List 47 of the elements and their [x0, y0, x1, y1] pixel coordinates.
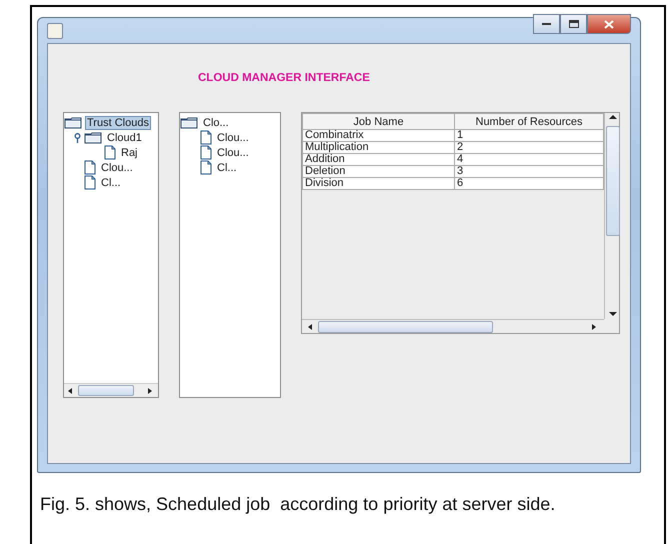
scroll-thumb[interactable] [606, 126, 620, 236]
table-cell: 4 [454, 154, 604, 166]
maximize-button[interactable] [560, 14, 587, 34]
file-icon [200, 160, 212, 175]
figure-caption: Fig. 5. shows, Scheduled job according to priority at server side. [40, 494, 556, 515]
tree-item[interactable]: Clou... [215, 130, 251, 144]
scroll-thumb[interactable] [318, 320, 493, 332]
window-title: CLOUD MANAGER INTERFACE [198, 72, 371, 84]
tree-item[interactable]: Cloud1 [105, 130, 144, 144]
folder-icon [84, 132, 102, 144]
tree-item[interactable]: Cl... [215, 160, 239, 174]
scroll-down-icon[interactable] [608, 309, 618, 319]
scroll-thumb[interactable] [78, 385, 134, 396]
horizontal-scrollbar[interactable] [302, 319, 604, 333]
table-cell: 2 [454, 142, 604, 154]
table-cell: Addition [302, 154, 454, 166]
maximize-icon [568, 20, 578, 28]
horizontal-scrollbar[interactable] [64, 383, 158, 397]
minimize-button[interactable] [533, 14, 560, 34]
tree-item[interactable]: Cl... [99, 176, 123, 190]
tree-item[interactable]: Clou... [215, 146, 251, 160]
file-icon [84, 160, 96, 175]
table-cell: 6 [454, 178, 604, 190]
column-header[interactable]: Job Name [302, 114, 454, 130]
table-cell: Division [302, 178, 454, 190]
vertical-scrollbar[interactable] [604, 113, 620, 319]
table-cell: 3 [454, 166, 604, 178]
file-icon [200, 130, 212, 145]
file-icon [84, 175, 96, 190]
tree-item[interactable]: Clo... [201, 116, 231, 130]
expanded-handle-icon[interactable] [74, 132, 81, 142]
column-header[interactable]: Number of Resources [454, 114, 604, 130]
app-icon [47, 22, 63, 38]
file-icon [104, 145, 116, 160]
tree-item[interactable]: Raj [119, 146, 140, 160]
tree-item[interactable]: Trust Clouds [85, 116, 151, 130]
close-button[interactable] [587, 14, 631, 34]
folder-icon [180, 116, 198, 128]
table-cell: Multiplication [302, 142, 454, 154]
file-icon [200, 145, 212, 160]
tree-item[interactable]: Clou... [99, 160, 135, 174]
table-cell: Deletion [302, 166, 454, 178]
close-icon [604, 20, 614, 28]
table-cell: 1 [454, 130, 604, 142]
minimize-icon [542, 22, 551, 26]
table-cell: Combinatrix [302, 130, 454, 142]
folder-icon [64, 116, 82, 128]
